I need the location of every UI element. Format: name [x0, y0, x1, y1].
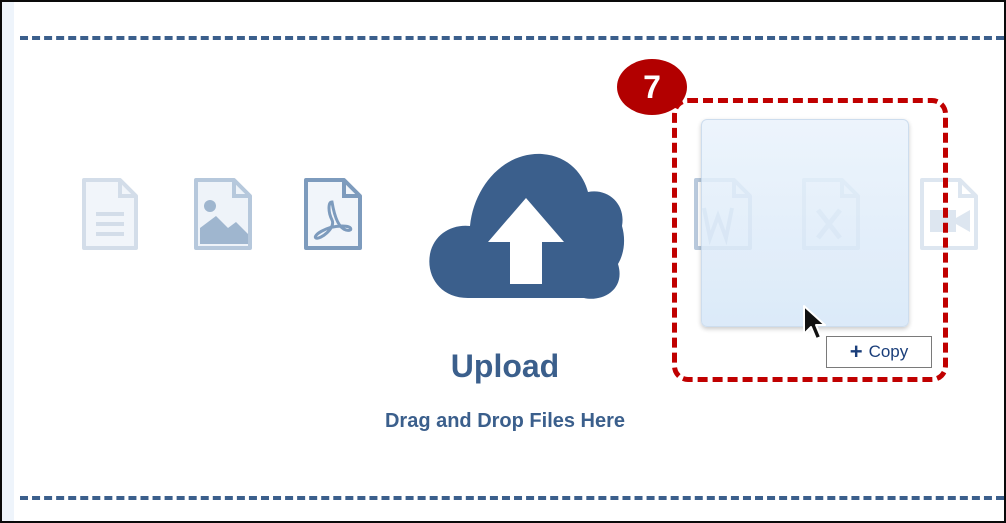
image-icon — [192, 176, 254, 257]
step-badge: 7 — [617, 59, 687, 115]
upload-title: Upload — [450, 348, 560, 384]
cloud-upload-icon — [424, 142, 628, 307]
mouse-pointer-icon — [802, 304, 828, 349]
pdf-icon — [302, 176, 364, 257]
left-border-strip — [2, 2, 14, 521]
document-icon — [80, 176, 140, 257]
upload-dropzone-screen: 7 + Copy Upload Drag and Drop Files Here — [0, 0, 1006, 523]
upload-subtitle: Drag and Drop Files Here — [384, 410, 626, 432]
dropzone-bottom-border — [20, 496, 1004, 500]
dropzone-top-border — [20, 36, 1004, 40]
